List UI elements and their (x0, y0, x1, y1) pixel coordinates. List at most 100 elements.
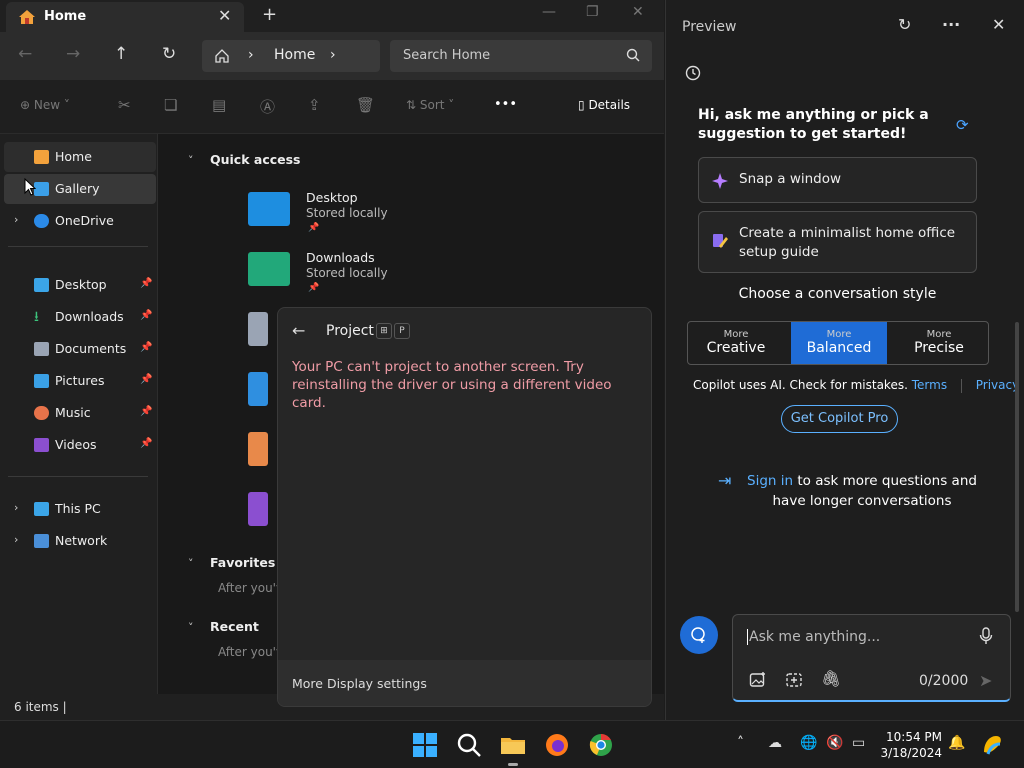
home-icon (19, 10, 35, 24)
quick-access-header[interactable]: ˅ Quick access (188, 152, 301, 167)
address-bar[interactable]: › Home › (202, 40, 380, 72)
chevron-right-icon[interactable]: › (330, 47, 336, 63)
privacy-link[interactable]: Privacy (976, 378, 1019, 392)
new-topic-button[interactable] (680, 616, 718, 654)
chevron-right-icon[interactable]: › (14, 501, 18, 514)
sidebar-item-downloads[interactable]: ⭳ Downloads 📌 (4, 302, 156, 332)
paste-icon[interactable]: ▤ (212, 96, 226, 114)
share-icon[interactable]: ⇪ (308, 96, 321, 114)
file-explorer-icon[interactable] (500, 732, 526, 758)
sidebar-item-pictures[interactable]: Pictures 📌 (4, 366, 156, 396)
nav-divider (8, 246, 148, 247)
sidebar-item-home[interactable]: Home (4, 142, 156, 172)
search-box[interactable]: Search Home (390, 40, 652, 72)
system-clock[interactable]: 10:54 PM 3/18/2024 (880, 729, 942, 761)
sign-in-icon: ⇥ (718, 471, 732, 490)
folder-downloads[interactable]: Downloads Stored locally 📌 (248, 250, 468, 302)
history-icon[interactable] (684, 64, 702, 82)
downloads-folder-icon (248, 252, 290, 286)
sidebar-item-this-pc[interactable]: › This PC (4, 494, 156, 524)
chevron-right-icon[interactable]: › (14, 533, 18, 546)
more-options-icon[interactable]: ••• (494, 97, 517, 112)
chevron-down-icon: ˅ (188, 557, 194, 570)
sidebar-item-music[interactable]: Music 📌 (4, 398, 156, 428)
folder-desktop[interactable]: Desktop Stored locally 📌 (248, 190, 468, 242)
style-precise[interactable]: More Precise (891, 322, 987, 364)
rename-icon[interactable]: Ⓐ (260, 96, 275, 117)
battery-icon[interactable]: ▭ (852, 735, 865, 751)
sidebar-item-onedrive[interactable]: › OneDrive (4, 206, 156, 236)
chevron-up-icon[interactable]: ˄ (737, 735, 744, 751)
favorites-header[interactable]: ˅ Favorites (188, 555, 275, 570)
chevron-right-icon[interactable]: › (14, 213, 18, 226)
cut-icon[interactable]: ✂ (118, 96, 131, 114)
suggestion-snap-window[interactable]: Snap a window (698, 157, 977, 203)
refresh-suggestions-icon[interactable]: ⟳ (956, 116, 969, 134)
sidebar-item-documents[interactable]: Documents 📌 (4, 334, 156, 364)
sign-in-link[interactable]: Sign in (747, 473, 793, 489)
forward-arrow-icon[interactable]: → (66, 44, 80, 64)
more-display-settings-link[interactable]: More Display settings (278, 660, 651, 706)
sidebar-item-desktop[interactable]: Desktop 📌 (4, 270, 156, 300)
firefox-icon[interactable] (544, 732, 570, 758)
copilot-pre-icon[interactable] (980, 732, 1006, 758)
restore-icon[interactable]: ❐ (586, 4, 599, 20)
new-button[interactable]: ⊕ New ˅ (20, 98, 70, 112)
screenshot-icon[interactable] (785, 671, 803, 689)
tab-home[interactable]: Home ✕ (6, 2, 244, 32)
details-button[interactable]: ▯ Details (578, 98, 630, 112)
pin-icon: 📌 (140, 278, 153, 289)
item-count: 6 items | (14, 700, 67, 714)
sidebar-item-videos[interactable]: Videos 📌 (4, 430, 156, 460)
microphone-icon[interactable] (979, 627, 993, 645)
add-image-icon[interactable] (749, 671, 767, 689)
gallery-icon (34, 182, 49, 196)
windows-start-icon[interactable] (412, 732, 438, 758)
more-options-icon[interactable]: ··· (942, 15, 960, 34)
documents-folder-icon[interactable] (248, 312, 268, 346)
back-arrow-icon[interactable]: ← (18, 44, 32, 64)
pictures-folder-icon[interactable] (248, 372, 268, 406)
cloud-offline-icon[interactable]: ☁ (768, 735, 782, 751)
music-folder-icon[interactable] (248, 432, 268, 466)
videos-folder-icon[interactable] (248, 492, 268, 526)
minimize-icon[interactable]: — (542, 4, 556, 20)
style-balanced[interactable]: More Balanced (791, 322, 887, 364)
scrollbar[interactable] (1015, 322, 1019, 612)
volume-muted-icon[interactable]: 🔇 (826, 735, 843, 751)
desktop-folder-icon (248, 192, 290, 226)
divider (960, 378, 962, 393)
chat-input[interactable]: Ask me anything... 🖇 0/2000 ➤ (732, 614, 1011, 702)
recent-empty-text: After you'v (218, 645, 284, 659)
sort-button[interactable]: ⇅ Sort ˅ (406, 98, 454, 112)
copy-icon[interactable]: ❏ (164, 96, 177, 114)
get-copilot-pro-button[interactable]: Get Copilot Pro (781, 405, 898, 433)
refresh-icon[interactable]: ↻ (898, 15, 911, 34)
terms-link[interactable]: Terms (912, 378, 947, 392)
windows-key-icon: ⊞ (376, 323, 392, 339)
back-arrow-icon[interactable]: ← (292, 321, 305, 340)
recent-header[interactable]: ˅ Recent (188, 619, 259, 634)
download-icon: ⭳ (34, 309, 39, 325)
attach-icon[interactable]: 🖇 (821, 669, 841, 688)
close-icon[interactable]: ✕ (992, 15, 1005, 34)
suggestion-home-office-guide[interactable]: Create a minimalist home office setup gu… (698, 211, 977, 273)
search-icon[interactable] (456, 732, 482, 758)
new-tab-icon[interactable]: + (262, 4, 277, 25)
chrome-icon[interactable] (588, 732, 614, 758)
send-icon[interactable]: ➤ (979, 671, 992, 690)
pictures-icon (34, 374, 49, 388)
notification-bell-icon[interactable]: 🔔 (948, 735, 965, 751)
language-globe-icon[interactable]: 🌐 (800, 735, 817, 751)
sidebar-item-network[interactable]: › Network (4, 526, 156, 556)
close-window-icon[interactable]: ✕ (632, 4, 644, 20)
delete-icon[interactable]: 🗑 (356, 96, 375, 114)
breadcrumb-home[interactable]: Home (274, 47, 315, 63)
close-tab-icon[interactable]: ✕ (218, 6, 231, 25)
shortcut-key-p: P (394, 323, 410, 339)
chevron-down-icon: ˅ (188, 154, 194, 167)
refresh-icon[interactable]: ↻ (162, 44, 176, 64)
style-creative[interactable]: More Creative (688, 322, 784, 364)
home-outline-icon (215, 49, 229, 63)
up-arrow-icon[interactable]: ↑ (114, 44, 128, 64)
